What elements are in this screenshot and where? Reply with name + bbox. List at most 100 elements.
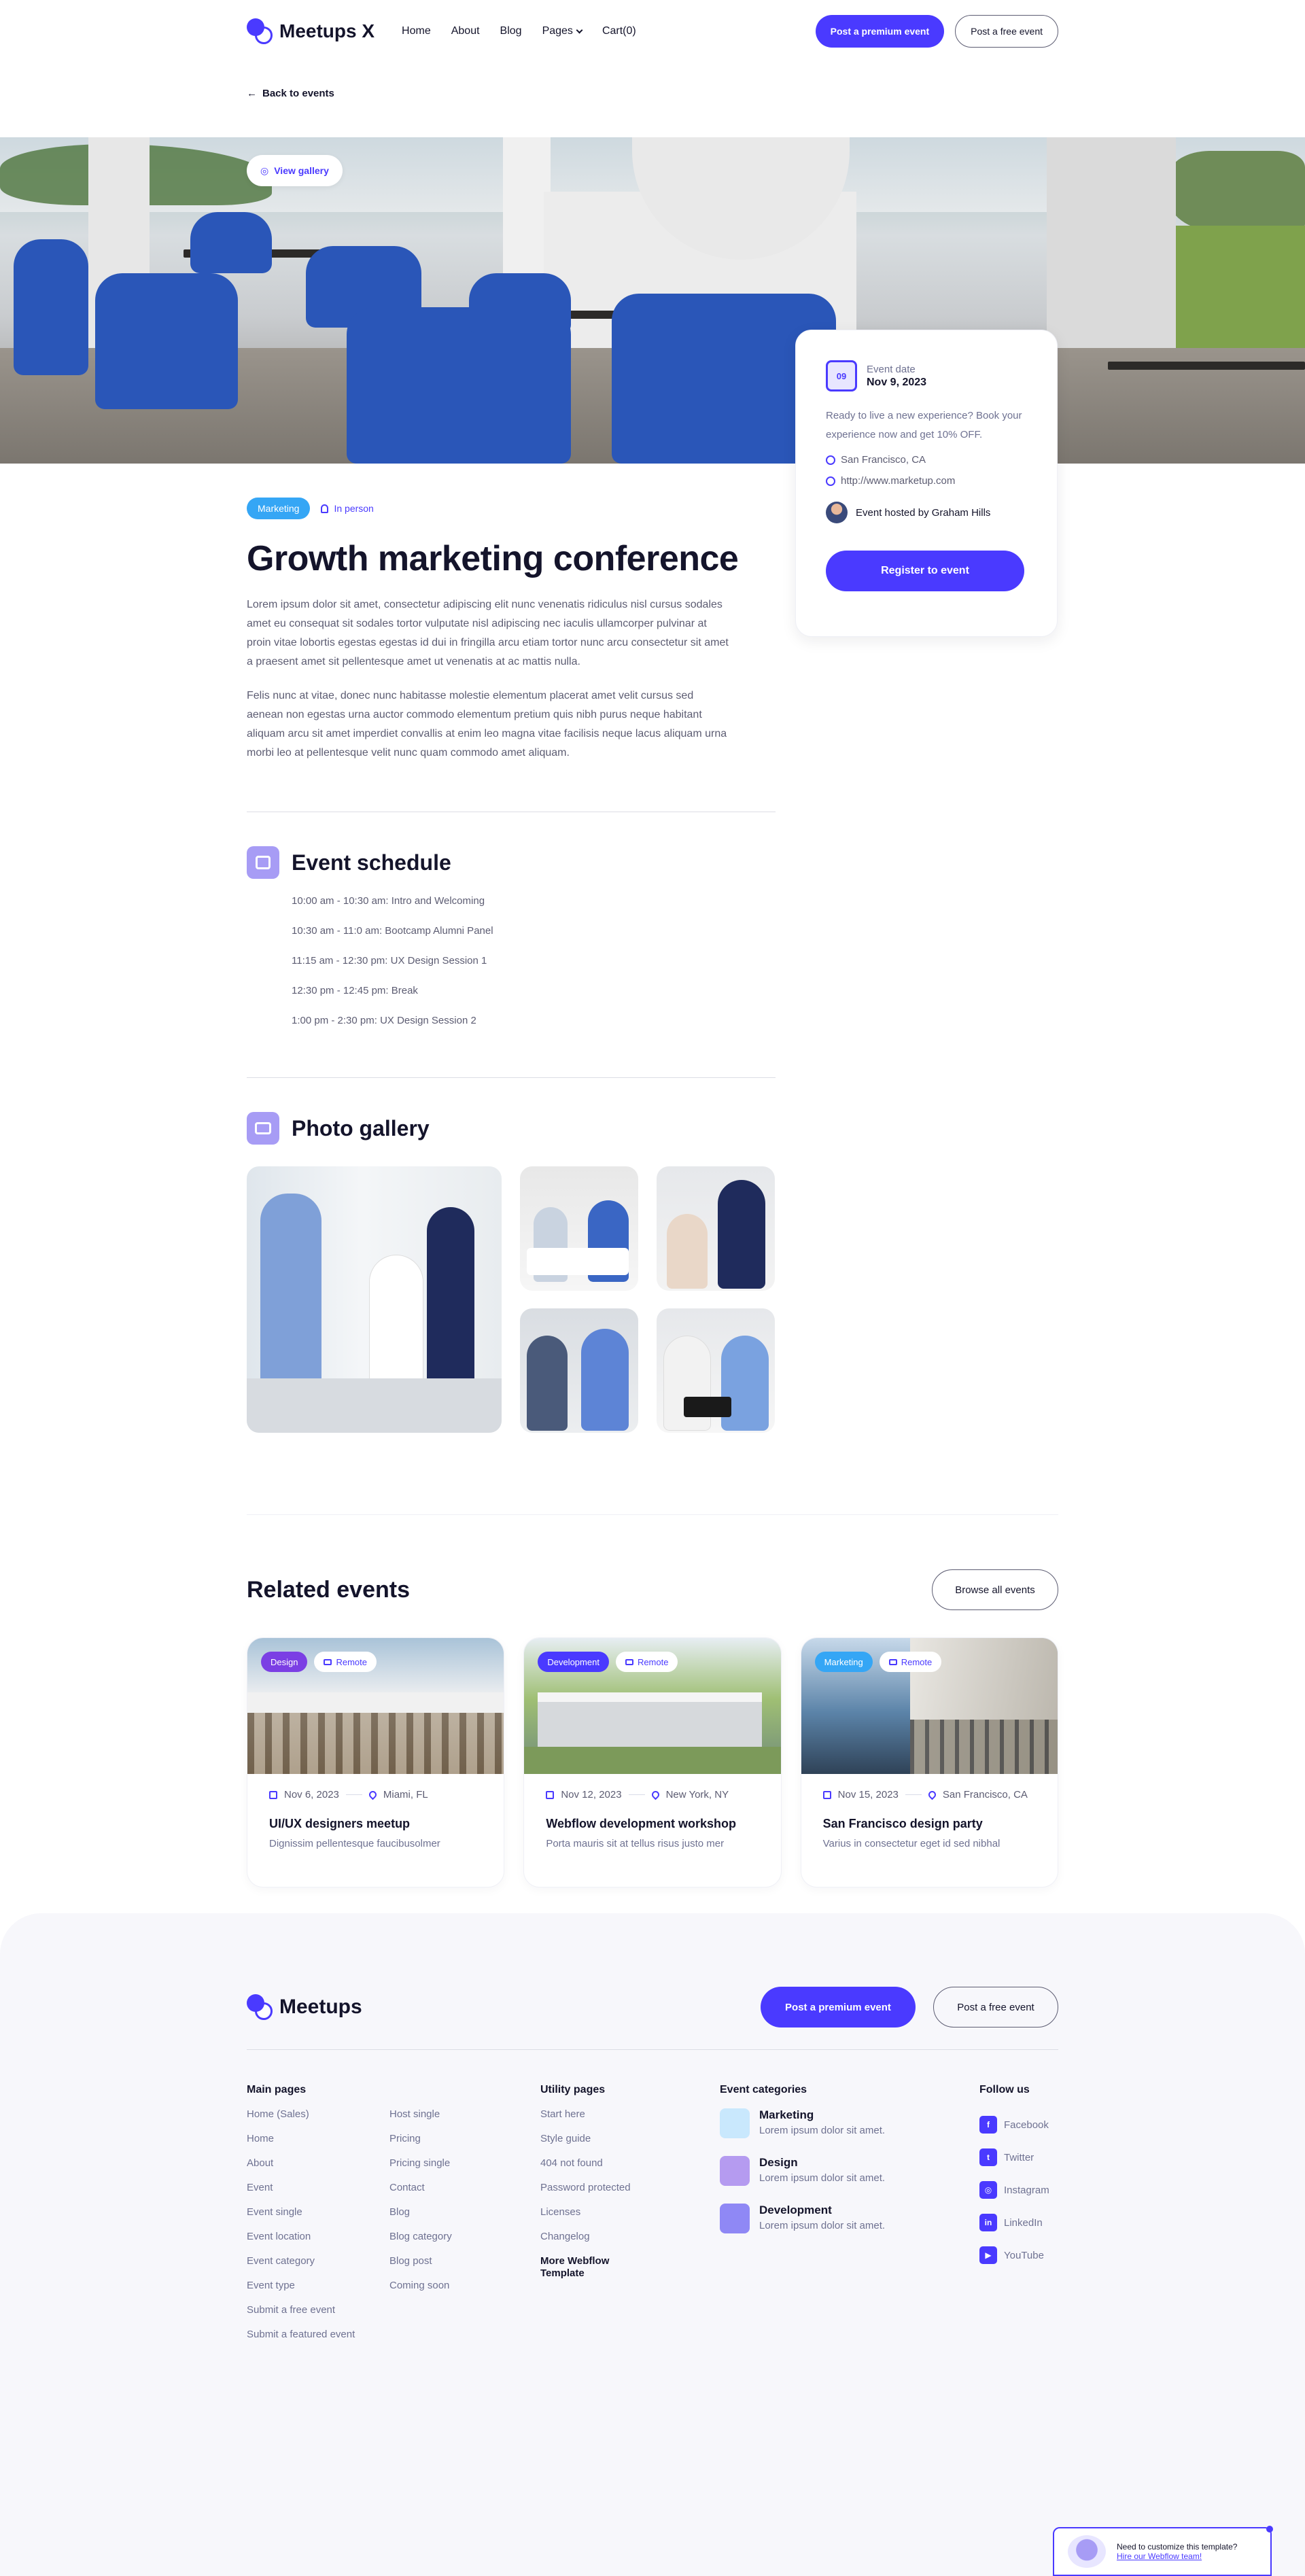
more-webflow-templates-link[interactable]: More Webflow Template xyxy=(540,2255,622,2280)
footer-link[interactable]: Blog category xyxy=(389,2231,540,2255)
category-tag[interactable]: Design xyxy=(261,1652,308,1672)
register-to-event-button[interactable]: Register to event xyxy=(826,551,1024,591)
footer-link[interactable]: Licenses xyxy=(540,2206,720,2231)
footer-link[interactable]: Event location xyxy=(247,2231,389,2255)
footer-link[interactable]: Home (Sales) xyxy=(247,2108,389,2133)
event-card-subtitle: Porta mauris sit at tellus risus justo m… xyxy=(546,1838,725,1849)
footer-link[interactable]: Event category xyxy=(247,2255,389,2280)
category-tag[interactable]: Marketing xyxy=(814,1652,873,1672)
remote-tag: Remote xyxy=(314,1652,377,1672)
footer-logo[interactable]: Meetups xyxy=(247,1994,362,2020)
footer-post-premium-event-button[interactable]: Post a premium event xyxy=(761,1987,916,2027)
post-premium-event-button[interactable]: Post a premium event xyxy=(815,15,945,48)
category-tag[interactable]: Development xyxy=(538,1652,609,1672)
footer-link[interactable]: Contact xyxy=(389,2182,540,2206)
event-paragraph-2: Felis nunc at vitae, donec nunc habitass… xyxy=(247,690,727,759)
footer-link[interactable]: Pricing single xyxy=(389,2157,540,2182)
camera-icon: ◎ xyxy=(260,164,269,176)
calendar-icon xyxy=(247,846,279,879)
footer-link[interactable]: Event xyxy=(247,2182,389,2206)
event-card[interactable]: Design Remote Nov 6, 2023 Miami, FL UI/UX… xyxy=(247,1637,505,1887)
gallery-photo[interactable] xyxy=(520,1166,638,1291)
nav-link-blog[interactable]: Blog xyxy=(500,25,522,37)
host-avatar xyxy=(826,502,848,523)
hire-link[interactable]: Hire our Webflow team! xyxy=(1117,2552,1237,2561)
divider xyxy=(247,1514,1058,1515)
view-gallery-button[interactable]: ◎ View gallery xyxy=(247,155,343,186)
gallery-photo[interactable] xyxy=(520,1308,638,1433)
event-card-description: Ready to live a new experience? Book you… xyxy=(826,410,1022,440)
nav-link-pages[interactable]: Pages xyxy=(542,25,583,37)
footer-link[interactable]: Style guide xyxy=(540,2133,720,2157)
browse-all-events-button[interactable]: Browse all events xyxy=(932,1569,1058,1610)
nav-link-cart[interactable]: Cart(0) xyxy=(602,25,636,37)
footer-category-design[interactable]: Design Lorem ipsum dolor sit amet. xyxy=(720,2156,979,2204)
footer-link[interactable]: Changelog xyxy=(540,2231,720,2255)
event-card[interactable]: Marketing Remote Nov 15, 2023 San Francis… xyxy=(800,1637,1058,1887)
event-card-title: UI/UX designers meetup xyxy=(269,1817,411,1830)
back-to-events-link[interactable]: ← Back to events xyxy=(247,63,1058,137)
footer-link[interactable]: About xyxy=(247,2157,389,2182)
event-paragraph-1: Lorem ipsum dolor sit amet, consectetur … xyxy=(247,599,729,667)
footer-link[interactable]: Start here xyxy=(540,2108,720,2133)
footer-main-pages: Main pages Home (Sales) Home About Event… xyxy=(247,2084,389,2353)
gallery-photo[interactable] xyxy=(247,1166,502,1433)
social-label: YouTube xyxy=(1004,2249,1044,2261)
location-pin-icon xyxy=(826,455,835,465)
event-card-title: Webflow development workshop xyxy=(546,1817,737,1830)
event-date-row: 09 Event date Nov 9, 2023 xyxy=(826,360,1027,391)
youtube-link[interactable]: ▶ YouTube xyxy=(979,2239,1049,2272)
post-free-event-button[interactable]: Post a free event xyxy=(955,15,1058,48)
calendar-icon xyxy=(822,1790,831,1799)
footer-link[interactable]: Submit a featured event xyxy=(247,2329,389,2353)
footer-heading: Event categories xyxy=(720,2084,807,2095)
nav-link-home[interactable]: Home xyxy=(402,25,431,37)
event-card-image: Design Remote xyxy=(247,1638,504,1774)
footer-link[interactable]: Password protected xyxy=(540,2182,720,2206)
linkedin-link[interactable]: in LinkedIn xyxy=(979,2206,1049,2239)
back-label: Back to events xyxy=(262,87,334,99)
footer-post-free-event-button[interactable]: Post a free event xyxy=(933,1987,1058,2027)
footer-link[interactable]: Pricing xyxy=(389,2133,540,2157)
chevron-down-icon xyxy=(576,27,583,33)
photo-grid xyxy=(247,1166,776,1433)
category-desc: Lorem ipsum dolor sit amet. xyxy=(759,2172,886,2184)
footer-link[interactable]: 404 not found xyxy=(540,2157,720,2182)
event-location: San Francisco, CA xyxy=(826,454,1027,466)
twitter-link[interactable]: t Twitter xyxy=(979,2141,1049,2174)
footer-link[interactable]: Submit a free event xyxy=(247,2304,389,2329)
instagram-link[interactable]: ◎ Instagram xyxy=(979,2174,1049,2206)
event-card[interactable]: Development Remote Nov 12, 2023 New York,… xyxy=(523,1637,782,1887)
brand-logo[interactable]: Meetups X xyxy=(247,18,375,44)
monitor-icon xyxy=(324,1658,332,1665)
footer-link[interactable]: Blog post xyxy=(389,2255,540,2280)
location-pin-icon xyxy=(367,1789,379,1800)
gallery-photo[interactable] xyxy=(657,1308,775,1433)
footer-link[interactable]: Home xyxy=(247,2133,389,2157)
event-website[interactable]: http://www.marketup.com xyxy=(826,475,1027,487)
event-info-card: 09 Event date Nov 9, 2023 Ready to live … xyxy=(795,330,1058,637)
nav-link-about[interactable]: About xyxy=(451,25,480,37)
schedule-item: 10:00 am - 10:30 am: Intro and Welcoming xyxy=(292,895,485,907)
event-tags: Marketing In person xyxy=(247,498,776,519)
related-events-list: Design Remote Nov 6, 2023 Miami, FL UI/UX… xyxy=(247,1637,1058,1887)
in-person-label: In person xyxy=(334,503,374,514)
gallery-photo[interactable] xyxy=(657,1166,775,1291)
related-events-title: Related events xyxy=(247,1576,410,1603)
footer-link[interactable]: Event type xyxy=(247,2280,389,2304)
event-website-link[interactable]: http://www.marketup.com xyxy=(841,475,955,487)
twitter-icon: t xyxy=(979,2148,997,2166)
footer-link[interactable]: Host single xyxy=(389,2108,540,2133)
footer-category-marketing[interactable]: Marketing Lorem ipsum dolor sit amet. xyxy=(720,2108,979,2156)
hire-webflow-widget[interactable]: Need to customize this template? Hire ou… xyxy=(1053,2526,1273,2576)
monitor-icon xyxy=(625,1658,633,1665)
footer-link[interactable]: Event single xyxy=(247,2206,389,2231)
category-tag[interactable]: Marketing xyxy=(247,498,311,519)
footer-category-development[interactable]: Development Lorem ipsum dolor sit amet. xyxy=(720,2204,979,2251)
footer-link[interactable]: Blog xyxy=(389,2206,540,2231)
footer-link[interactable]: Coming soon xyxy=(389,2280,540,2304)
facebook-link[interactable]: f Facebook xyxy=(979,2108,1049,2141)
logo-icon xyxy=(247,1994,273,2020)
in-person-tag: In person xyxy=(321,498,374,519)
header: Meetups X Home About Blog Pages Cart(0) … xyxy=(247,0,1058,137)
